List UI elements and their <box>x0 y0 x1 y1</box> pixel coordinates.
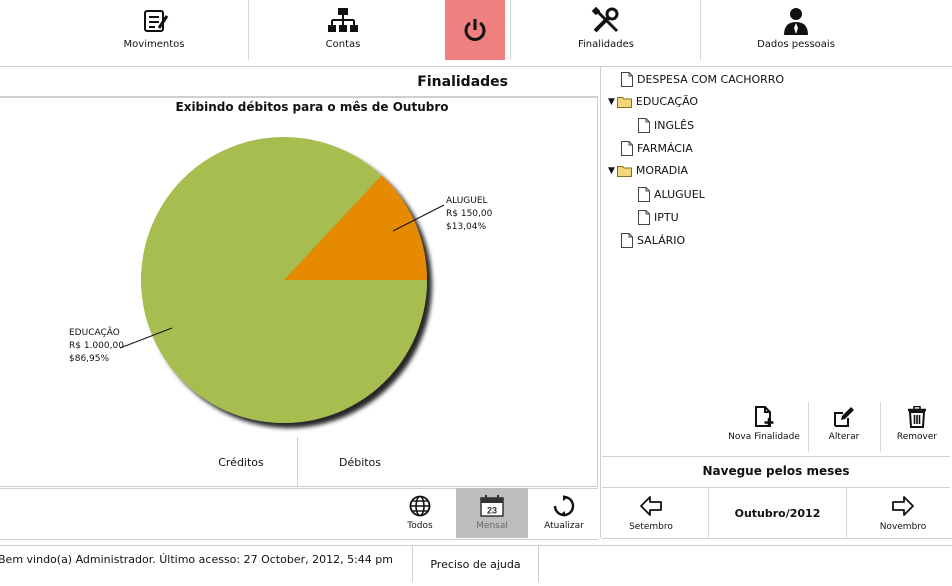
tree-item-educação[interactable]: ▼ EDUCAÇÃO <box>608 95 698 108</box>
mensal-label: Mensal <box>476 521 508 531</box>
nav-divider <box>846 488 847 538</box>
refresh-icon <box>553 495 575 517</box>
todos-label: Todos <box>407 521 433 531</box>
nav-bottom-border <box>602 538 952 539</box>
tree-item-label: FARMÁCIA <box>637 142 693 155</box>
tree-item-salário[interactable]: SALÁRIO <box>621 233 685 248</box>
actions-divider <box>808 402 809 452</box>
nova-finalidade-label: Nova Finalidade <box>728 432 800 442</box>
educacao-percent: $86,95% <box>69 354 110 364</box>
finalidades-button[interactable]: Finalidades <box>511 0 701 66</box>
remover-button[interactable]: Remover <box>890 402 944 452</box>
tree-item-despesa-com-cachorro[interactable]: DESPESA COM CACHORRO <box>621 72 784 87</box>
pie-chart <box>119 136 445 423</box>
file-icon <box>638 118 650 133</box>
movimentos-icon <box>139 6 169 36</box>
aluguel-value: R$ 150,00 <box>446 209 493 219</box>
tree-item-label: ALUGUEL <box>654 188 705 201</box>
aluguel-percent: $13,04% <box>446 222 487 232</box>
prev-month-label: Setembro <box>629 522 673 532</box>
educacao-value: R$ 1.000,00 <box>69 341 124 351</box>
alterar-label: Alterar <box>828 432 860 442</box>
tree-item-label: IPTU <box>654 211 679 224</box>
file-icon <box>621 72 633 87</box>
tree-item-moradia[interactable]: ▼ MORADIA <box>608 164 688 177</box>
trash-icon <box>908 406 926 428</box>
user-icon <box>782 6 810 36</box>
current-month: Outubro/2012 <box>734 506 821 520</box>
file-icon <box>621 141 633 156</box>
mensal-button[interactable]: 23 Mensal <box>456 488 528 538</box>
calendar-day: 23 <box>487 506 497 516</box>
power-icon <box>464 19 486 41</box>
todos-button[interactable]: Todos <box>396 488 444 538</box>
contas-label: Contas <box>325 39 361 50</box>
movimentos-button[interactable]: Movimentos <box>60 0 248 66</box>
page-header: Finalidades <box>0 70 598 97</box>
new-file-icon <box>755 406 774 427</box>
dados-pessoais-label: Dados pessoais <box>757 39 835 50</box>
tree-item-iptu[interactable]: IPTU <box>638 210 679 225</box>
aluguel-slice-label: ALUGUEL R$ 150,00 $13,04% <box>446 195 492 234</box>
page-title: Finalidades <box>417 74 508 90</box>
dados-pessoais-button[interactable]: Dados pessoais <box>701 0 891 66</box>
tree-item-label: DESPESA COM CACHORRO <box>637 73 785 86</box>
tree-item-label: EDUCAÇÃO <box>635 95 699 108</box>
arrow-left-icon <box>640 496 662 516</box>
tree-item-label: INGLÊS <box>654 119 695 132</box>
expand-triangle-icon[interactable]: ▼ <box>608 97 615 107</box>
welcome-message: Bem vindo(a) Administrador. Último acess… <box>0 553 393 566</box>
calendar-icon: 23 <box>480 495 504 517</box>
hierarchy-icon <box>328 6 358 36</box>
finalidades-label: Finalidades <box>577 39 634 50</box>
arrow-right-icon <box>892 496 914 516</box>
alterar-button[interactable]: Alterar <box>816 402 872 452</box>
contas-button[interactable]: Contas <box>249 0 437 66</box>
remover-label: Remover <box>896 432 938 442</box>
tree-item-label: SALÁRIO <box>637 234 686 247</box>
tree-item-aluguel[interactable]: ALUGUEL <box>638 187 705 202</box>
file-icon <box>638 210 650 225</box>
file-icon <box>638 187 650 202</box>
file-icon <box>621 233 633 248</box>
tree-item-farmácia[interactable]: FARMÁCIA <box>621 141 693 156</box>
movimentos-label: Movimentos <box>123 39 185 50</box>
folder-icon <box>616 96 632 108</box>
tools-icon <box>591 6 621 36</box>
educacao-name: EDUCAÇÃO <box>69 328 120 338</box>
folder-icon <box>616 165 632 177</box>
tree-item-inglês[interactable]: INGLÊS <box>638 118 694 133</box>
atualizar-button[interactable]: Atualizar <box>538 488 590 538</box>
atualizar-label: Atualizar <box>544 521 584 531</box>
prev-month-button[interactable]: Setembro <box>620 488 682 538</box>
actions-divider <box>880 402 881 452</box>
next-month-label: Novembro <box>879 522 927 532</box>
nova-finalidade-button[interactable]: Nova Finalidade <box>724 402 804 452</box>
edit-icon <box>834 407 854 427</box>
aluguel-name: ALUGUEL <box>446 196 488 206</box>
month-nav-title: Navegue pelos meses <box>602 456 950 488</box>
power-button[interactable] <box>445 0 505 60</box>
tab-bar: Créditos Débitos <box>185 437 475 487</box>
next-month-button[interactable]: Novembro <box>870 488 936 538</box>
tab-creditos[interactable]: Créditos <box>185 437 298 487</box>
help-button[interactable]: Preciso de ajuda <box>412 546 539 582</box>
tree-item-label: MORADIA <box>635 164 689 177</box>
tab-debitos[interactable]: Débitos <box>298 437 422 487</box>
educacao-slice-label: EDUCAÇÃO R$ 1.000,00 $86,95% <box>69 327 124 366</box>
globe-icon <box>409 495 431 517</box>
expand-triangle-icon[interactable]: ▼ <box>608 166 615 176</box>
